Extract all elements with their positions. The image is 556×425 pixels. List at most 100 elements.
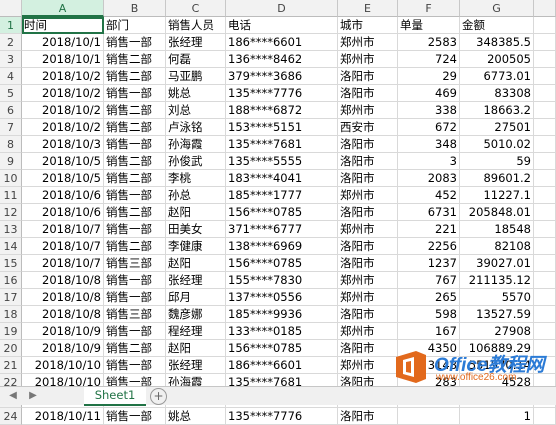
data-cell[interactable]: 379****3686: [226, 68, 338, 85]
data-cell[interactable]: 724: [398, 51, 460, 68]
data-cell[interactable]: 200505: [460, 51, 534, 68]
data-cell[interactable]: 郑州市: [338, 102, 398, 119]
data-cell[interactable]: 邱月: [166, 289, 226, 306]
data-cell[interactable]: 销售二部: [104, 204, 166, 221]
data-cell[interactable]: 2018/10/7: [22, 238, 104, 255]
data-cell[interactable]: 338: [398, 102, 460, 119]
data-cell[interactable]: 89601.2: [460, 170, 534, 187]
data-cell[interactable]: 138****6969: [226, 238, 338, 255]
data-cell[interactable]: 11227.1: [460, 187, 534, 204]
empty-cell[interactable]: [534, 272, 556, 289]
data-cell[interactable]: 221: [398, 221, 460, 238]
data-cell[interactable]: 张经理: [166, 34, 226, 51]
data-cell[interactable]: 洛阳市: [338, 238, 398, 255]
row-number[interactable]: 6: [0, 102, 22, 119]
data-cell[interactable]: 2018/10/3: [22, 136, 104, 153]
row-number[interactable]: 10: [0, 170, 22, 187]
data-cell[interactable]: 156****0785: [226, 204, 338, 221]
data-cell[interactable]: 767: [398, 272, 460, 289]
data-cell[interactable]: 销售一部: [104, 289, 166, 306]
data-cell[interactable]: 2018/10/7: [22, 255, 104, 272]
data-cell[interactable]: 姚总: [166, 408, 226, 425]
data-cell[interactable]: 销售一部: [104, 34, 166, 51]
data-cell[interactable]: 销售二部: [104, 119, 166, 136]
row-number[interactable]: 17: [0, 289, 22, 306]
data-cell[interactable]: 598: [398, 306, 460, 323]
data-cell[interactable]: 2018/10/6: [22, 187, 104, 204]
data-cell[interactable]: 赵阳: [166, 340, 226, 357]
data-cell[interactable]: 135****7776: [226, 408, 338, 425]
data-cell[interactable]: 39027.01: [460, 255, 534, 272]
data-cell[interactable]: 2018/10/1: [22, 51, 104, 68]
column-header-b[interactable]: B: [104, 0, 166, 17]
column-title-cell[interactable]: 单量: [398, 17, 460, 34]
data-cell[interactable]: 销售二部: [104, 51, 166, 68]
data-cell[interactable]: 136****8462: [226, 51, 338, 68]
data-cell[interactable]: 郑州市: [338, 187, 398, 204]
data-cell[interactable]: 孙总: [166, 187, 226, 204]
empty-cell[interactable]: [534, 187, 556, 204]
data-cell[interactable]: 洛阳市: [338, 85, 398, 102]
column-header-c[interactable]: C: [166, 0, 226, 17]
empty-cell[interactable]: [534, 85, 556, 102]
data-cell[interactable]: 6773.01: [460, 68, 534, 85]
data-cell[interactable]: 5570: [460, 289, 534, 306]
column-title-cell[interactable]: 部门: [104, 17, 166, 34]
empty-cell[interactable]: [534, 102, 556, 119]
data-cell[interactable]: 205848.01: [460, 204, 534, 221]
data-cell[interactable]: 郑州市: [338, 289, 398, 306]
data-cell[interactable]: 2018/10/8: [22, 289, 104, 306]
empty-cell[interactable]: [534, 306, 556, 323]
data-cell[interactable]: 2018/10/5: [22, 170, 104, 187]
data-cell[interactable]: 郑州市: [338, 323, 398, 340]
data-cell[interactable]: 83308: [460, 85, 534, 102]
data-cell[interactable]: 张经理: [166, 272, 226, 289]
data-cell[interactable]: 洛阳市: [338, 306, 398, 323]
data-cell[interactable]: 135****7776: [226, 85, 338, 102]
data-cell[interactable]: 孙俊武: [166, 153, 226, 170]
data-cell[interactable]: 李桃: [166, 170, 226, 187]
data-cell[interactable]: 郑州市: [338, 272, 398, 289]
row-number[interactable]: 12: [0, 204, 22, 221]
data-cell[interactable]: 洛阳市: [338, 136, 398, 153]
data-cell[interactable]: 2018/10/2: [22, 68, 104, 85]
data-cell[interactable]: 孙海霞: [166, 136, 226, 153]
data-cell[interactable]: 2018/10/8: [22, 306, 104, 323]
data-cell[interactable]: 82108: [460, 238, 534, 255]
data-cell[interactable]: 2018/10/7: [22, 221, 104, 238]
data-cell[interactable]: 田美女: [166, 221, 226, 238]
data-cell[interactable]: 2018/10/5: [22, 153, 104, 170]
column-header-g[interactable]: G: [460, 0, 534, 17]
data-cell[interactable]: 2083: [398, 170, 460, 187]
row-number[interactable]: 5: [0, 85, 22, 102]
data-cell[interactable]: 马亚鹏: [166, 68, 226, 85]
data-cell[interactable]: 何磊: [166, 51, 226, 68]
data-cell[interactable]: 27908: [460, 323, 534, 340]
data-cell[interactable]: 洛阳市: [338, 153, 398, 170]
row-number[interactable]: 7: [0, 119, 22, 136]
row-number[interactable]: 13: [0, 221, 22, 238]
column-title-cell[interactable]: 城市: [338, 17, 398, 34]
data-cell[interactable]: 洛阳市: [338, 255, 398, 272]
prev-sheet-icon[interactable]: ◀: [6, 389, 20, 403]
data-cell[interactable]: 265: [398, 289, 460, 306]
data-cell[interactable]: 188****6872: [226, 102, 338, 119]
column-title-cell[interactable]: 电话: [226, 17, 338, 34]
data-cell[interactable]: 销售一部: [104, 272, 166, 289]
data-cell[interactable]: 59: [460, 153, 534, 170]
empty-cell[interactable]: [534, 289, 556, 306]
column-header-overflow[interactable]: [534, 0, 556, 17]
data-cell[interactable]: 郑州市: [338, 51, 398, 68]
data-cell[interactable]: 371****6777: [226, 221, 338, 238]
data-cell[interactable]: 2018/10/8: [22, 272, 104, 289]
empty-cell[interactable]: [534, 238, 556, 255]
data-cell[interactable]: 155****7830: [226, 272, 338, 289]
data-cell[interactable]: 18663.2: [460, 102, 534, 119]
data-cell[interactable]: 153****5151: [226, 119, 338, 136]
data-cell[interactable]: 469: [398, 85, 460, 102]
data-cell[interactable]: 1: [460, 408, 534, 425]
data-cell[interactable]: 135****5555: [226, 153, 338, 170]
data-cell[interactable]: 3: [398, 153, 460, 170]
sheet-tab-sheet1[interactable]: Sheet1: [84, 387, 146, 406]
empty-cell[interactable]: [534, 170, 556, 187]
